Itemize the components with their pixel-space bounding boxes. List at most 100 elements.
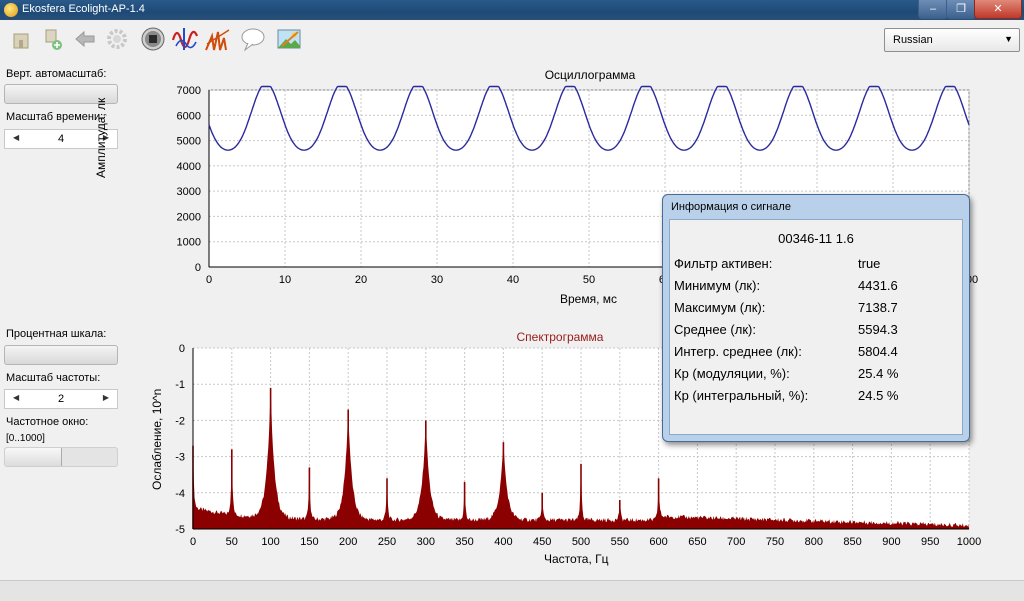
x-tick-label: 500 <box>572 536 590 548</box>
language-select-value: Russian <box>893 34 933 46</box>
x-tick-label: 30 <box>431 274 443 286</box>
info-key: Минимум (лк): <box>674 278 761 293</box>
info-row: Интегр. среднее (лк): 5804.4 <box>674 344 958 364</box>
x-tick-label: 0 <box>206 274 212 286</box>
x-tick-label: 1000 <box>957 536 981 548</box>
x-tick-label: 900 <box>882 536 900 548</box>
y-tick-label: -4 <box>175 488 185 500</box>
toolbar: Russian ▼ <box>0 20 1024 60</box>
info-key: Интегр. среднее (лк): <box>674 344 802 359</box>
info-value: 25.4 % <box>858 366 899 381</box>
info-value: true <box>858 256 881 271</box>
x-tick-label: 350 <box>455 536 473 548</box>
x-tick-label: 950 <box>921 536 939 548</box>
app-icon <box>4 3 18 17</box>
x-tick-label: 10 <box>279 274 291 286</box>
freq-window-label: Частотное окно: <box>6 416 89 428</box>
status-bar <box>0 580 1024 601</box>
x-tick-label: 0 <box>190 536 196 548</box>
stop-icon[interactable] <box>140 26 166 52</box>
y-tick-label: -1 <box>175 379 185 391</box>
x-tick-label: 850 <box>843 536 861 548</box>
spectrogram-xlabel: Частота, Гц <box>544 552 609 566</box>
freq-window-slider[interactable] <box>4 447 118 467</box>
x-tick-label: 40 <box>507 274 519 286</box>
x-tick-label: 650 <box>688 536 706 548</box>
minimize-button[interactable]: – <box>918 0 948 19</box>
title-bar: Ekosfera Ecolight-AP-1.4 – ❐ ✕ <box>0 0 1024 20</box>
info-value: 5594.3 <box>858 322 898 337</box>
y-tick-label: 5000 <box>177 136 201 148</box>
info-key: Среднее (лк): <box>674 322 756 337</box>
x-tick-label: 100 <box>261 536 279 548</box>
info-key: Максимум (лк): <box>674 300 766 315</box>
arrow-left-icon[interactable] <box>72 26 98 52</box>
signal-info-body: 00346-11 1.6 Фильтр активен: true Минимум… <box>669 219 963 435</box>
y-tick-label: -3 <box>175 452 185 464</box>
info-value: 5804.4 <box>858 344 898 359</box>
comment-icon[interactable] <box>240 26 266 52</box>
info-row: Кр (модуляции, %): 25.4 % <box>674 366 958 386</box>
x-tick-label: 700 <box>727 536 745 548</box>
oscillogram-xlabel: Время, мс <box>560 292 618 306</box>
x-tick-label: 150 <box>300 536 318 548</box>
y-tick-label: 0 <box>179 343 185 355</box>
x-tick-label: 800 <box>805 536 823 548</box>
info-key: Фильтр активен: <box>674 256 773 271</box>
spectrogram-ylabel: Ослабление, 10^n <box>150 388 164 490</box>
info-row: Среднее (лк): 5594.3 <box>674 322 958 342</box>
x-tick-label: 400 <box>494 536 512 548</box>
close-button[interactable]: ✕ <box>974 0 1022 19</box>
y-tick-label: 1000 <box>177 237 201 249</box>
y-tick-label: 2000 <box>177 211 201 223</box>
y-tick-label: 7000 <box>177 85 201 97</box>
chevron-down-icon: ▼ <box>1004 34 1013 44</box>
info-value: 7138.7 <box>858 300 898 315</box>
oscillogram-ylabel: Амплитуда, лк <box>94 97 108 178</box>
oscillogram-title: Осциллограмма <box>544 68 636 82</box>
signal-id: 00346-11 1.6 <box>778 231 854 246</box>
info-key: Кр (модуляции, %): <box>674 366 790 381</box>
x-tick-label: 50 <box>583 274 595 286</box>
x-tick-label: 450 <box>533 536 551 548</box>
x-tick-label: 250 <box>378 536 396 548</box>
percent-scale-slider[interactable] <box>4 345 118 365</box>
time-scale-label: Масштаб времени: <box>6 111 104 123</box>
y-tick-label: -5 <box>175 524 185 536</box>
x-tick-label: 300 <box>417 536 435 548</box>
y-tick-label: 3000 <box>177 186 201 198</box>
x-tick-label: 200 <box>339 536 357 548</box>
y-tick-label: -2 <box>175 415 185 427</box>
language-select[interactable]: Russian ▼ <box>884 28 1020 52</box>
x-tick-label: 20 <box>355 274 367 286</box>
x-tick-label: 550 <box>611 536 629 548</box>
info-row: Максимум (лк): 7138.7 <box>674 300 958 320</box>
x-tick-label: 50 <box>226 536 238 548</box>
slider-handle[interactable] <box>5 448 62 466</box>
chevron-right-icon[interactable]: ▶ <box>103 393 109 402</box>
info-value: 24.5 % <box>858 388 899 403</box>
info-row: Кр (интегральный, %): 24.5 % <box>674 388 958 408</box>
signal-info-title: Информация о сигнале <box>671 201 791 213</box>
x-tick-label: 750 <box>766 536 784 548</box>
y-tick-label: 6000 <box>177 110 201 122</box>
percent-scale-label: Процентная шкала: <box>6 328 107 340</box>
signal-icon[interactable] <box>172 26 198 52</box>
x-tick-label: 600 <box>649 536 667 548</box>
y-tick-label: 0 <box>195 262 201 274</box>
signal-info-dialog: Информация о сигнале 00346-11 1.6 Фильтр… <box>662 194 970 442</box>
freq-scale-value: 2 <box>57 393 65 405</box>
home-icon[interactable] <box>8 26 34 52</box>
info-row: Фильтр активен: true <box>674 256 958 276</box>
freq-scale-stepper[interactable]: ◀ 2 ▶ <box>4 389 118 409</box>
maximize-button[interactable]: ❐ <box>946 0 976 19</box>
y-tick-label: 4000 <box>177 161 201 173</box>
info-key: Кр (интегральный, %): <box>674 388 809 403</box>
add-icon[interactable] <box>40 26 66 52</box>
vert-autoscale-label: Верт. автомасштаб: <box>6 68 107 80</box>
window-title: Ekosfera Ecolight-AP-1.4 <box>22 3 145 15</box>
gear-icon[interactable] <box>104 26 130 52</box>
spectrum-icon[interactable] <box>204 26 230 52</box>
info-row: Минимум (лк): 4431.6 <box>674 278 958 298</box>
image-icon[interactable] <box>276 26 302 52</box>
